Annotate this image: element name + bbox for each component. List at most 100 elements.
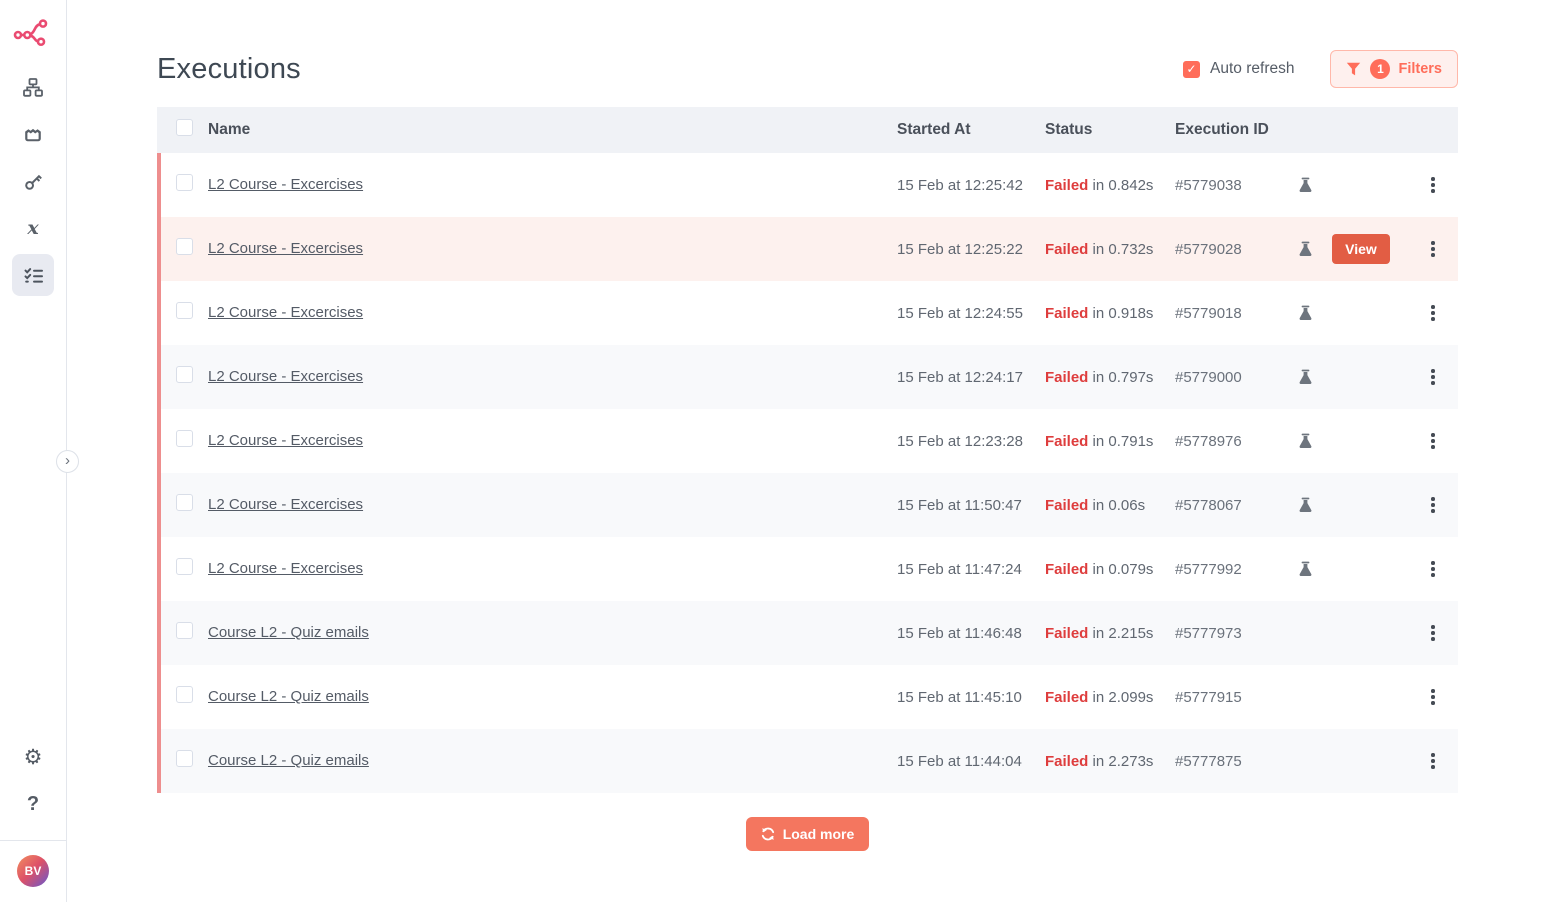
status-duration: in 0.732s: [1093, 241, 1154, 258]
sidebar-expand-button[interactable]: ›: [56, 450, 79, 473]
execution-name-link[interactable]: L2 Course - Excercises: [208, 432, 363, 449]
status-cell: Failed in 0.842s: [1045, 177, 1175, 194]
status-label: Failed: [1045, 753, 1088, 770]
execution-id-cell: #5777875: [1175, 753, 1288, 770]
status-label: Failed: [1045, 433, 1088, 450]
retry-flask-icon: [1298, 177, 1313, 193]
table-row[interactable]: L2 Course - Excercises 15 Feb at 12:23:2…: [157, 409, 1458, 473]
execution-id-cell: #5779000: [1175, 369, 1288, 386]
executions-table-body: L2 Course - Excercises 15 Feb at 12:25:4…: [157, 153, 1458, 793]
table-footer: Load more: [157, 817, 1458, 851]
sidebar-item-settings[interactable]: ⚙: [12, 736, 54, 778]
execution-name-link[interactable]: L2 Course - Excercises: [208, 560, 363, 577]
status-cell: Failed in 2.215s: [1045, 625, 1175, 642]
checkmark-icon: ✓: [1187, 62, 1197, 76]
table-row[interactable]: L2 Course - Excercises 15 Feb at 12:24:5…: [157, 281, 1458, 345]
select-all-checkbox[interactable]: [176, 119, 193, 136]
chevron-right-icon: ›: [65, 453, 70, 468]
sidebar-item-help[interactable]: ?: [12, 783, 54, 825]
execution-name-link[interactable]: L2 Course - Excercises: [208, 304, 363, 321]
row-checkbox[interactable]: [176, 430, 193, 447]
row-checkbox[interactable]: [176, 494, 193, 511]
row-menu-button[interactable]: [1427, 429, 1439, 453]
sidebar-item-credentials[interactable]: [12, 160, 54, 202]
status-cell: Failed in 0.079s: [1045, 561, 1175, 578]
row-checkbox[interactable]: [176, 558, 193, 575]
execution-id-cell: #5777915: [1175, 689, 1288, 706]
auto-refresh-toggle[interactable]: ✓ Auto refresh: [1183, 60, 1294, 78]
started-at-cell: 15 Feb at 12:25:42: [897, 177, 1045, 194]
row-checkbox[interactable]: [176, 302, 193, 319]
status-label: Failed: [1045, 689, 1088, 706]
row-menu-button[interactable]: [1427, 749, 1439, 773]
retry-flask-icon: [1298, 497, 1313, 513]
row-checkbox[interactable]: [176, 174, 193, 191]
table-row[interactable]: L2 Course - Excercises 15 Feb at 12:24:1…: [157, 345, 1458, 409]
row-menu-button[interactable]: [1427, 237, 1439, 261]
status-label: Failed: [1045, 369, 1088, 386]
row-menu-button[interactable]: [1427, 557, 1439, 581]
table-row[interactable]: L2 Course - Excercises 15 Feb at 11:47:2…: [157, 537, 1458, 601]
table-row[interactable]: Course L2 - Quiz emails 15 Feb at 11:44:…: [157, 729, 1458, 793]
row-checkbox[interactable]: [176, 622, 193, 639]
load-more-button[interactable]: Load more: [746, 817, 870, 851]
row-menu-button[interactable]: [1427, 365, 1439, 389]
status-duration: in 0.06s: [1093, 497, 1146, 514]
row-menu-button[interactable]: [1427, 173, 1439, 197]
status-cell: Failed in 0.791s: [1045, 433, 1175, 450]
table-row[interactable]: Course L2 - Quiz emails 15 Feb at 11:46:…: [157, 601, 1458, 665]
sidebar-item-executions[interactable]: [12, 254, 54, 296]
executions-checklist-icon: [23, 266, 44, 285]
status-label: Failed: [1045, 497, 1088, 514]
execution-name-link[interactable]: Course L2 - Quiz emails: [208, 752, 369, 769]
started-at-cell: 15 Feb at 11:44:04: [897, 753, 1045, 770]
sidebar-bottom: ⚙ ? BV: [0, 736, 66, 902]
sidebar-divider: [0, 840, 67, 841]
row-checkbox[interactable]: [176, 238, 193, 255]
n8n-logo[interactable]: [13, 16, 53, 46]
execution-name-link[interactable]: L2 Course - Excercises: [208, 496, 363, 513]
execution-id-cell: #5778976: [1175, 433, 1288, 450]
load-more-label: Load more: [783, 826, 855, 842]
row-checkbox[interactable]: [176, 686, 193, 703]
view-button[interactable]: View: [1332, 234, 1390, 264]
executions-table: Name Started At Status Execution ID L2 C…: [157, 107, 1458, 793]
status-cell: Failed in 2.273s: [1045, 753, 1175, 770]
execution-name-link[interactable]: L2 Course - Excercises: [208, 368, 363, 385]
row-menu-button[interactable]: [1427, 685, 1439, 709]
execution-id-cell: #5779028: [1175, 241, 1288, 258]
row-menu-button[interactable]: [1427, 493, 1439, 517]
table-row[interactable]: Course L2 - Quiz emails 15 Feb at 11:45:…: [157, 665, 1458, 729]
started-at-cell: 15 Feb at 12:24:17: [897, 369, 1045, 386]
workflows-sitemap-icon: [23, 78, 43, 97]
row-checkbox[interactable]: [176, 750, 193, 767]
status-label: Failed: [1045, 625, 1088, 642]
row-menu-button[interactable]: [1427, 621, 1439, 645]
status-duration: in 2.099s: [1093, 689, 1154, 706]
execution-id-cell: #5777992: [1175, 561, 1288, 578]
execution-name-link[interactable]: L2 Course - Excercises: [208, 240, 363, 257]
execution-name-link[interactable]: Course L2 - Quiz emails: [208, 624, 369, 641]
table-row[interactable]: L2 Course - Excercises 15 Feb at 12:25:4…: [157, 153, 1458, 217]
retry-flask-icon: [1298, 561, 1313, 577]
execution-id-cell: #5779038: [1175, 177, 1288, 194]
filters-button[interactable]: 1 Filters: [1330, 50, 1458, 88]
sidebar-item-templates[interactable]: [12, 113, 54, 155]
question-mark-icon: ?: [27, 793, 39, 816]
user-avatar[interactable]: BV: [17, 855, 49, 887]
page-title: Executions: [157, 53, 301, 86]
row-checkbox[interactable]: [176, 366, 193, 383]
execution-name-link[interactable]: L2 Course - Excercises: [208, 176, 363, 193]
filter-funnel-icon: [1346, 62, 1361, 77]
table-row[interactable]: L2 Course - Excercises 15 Feb at 11:50:4…: [157, 473, 1458, 537]
filters-label: Filters: [1398, 61, 1442, 77]
n8n-logo-icon: [13, 15, 53, 47]
execution-name-link[interactable]: Course L2 - Quiz emails: [208, 688, 369, 705]
retry-flask-icon: [1298, 369, 1313, 385]
started-at-cell: 15 Feb at 12:25:22: [897, 241, 1045, 258]
table-row[interactable]: L2 Course - Excercises 15 Feb at 12:25:2…: [157, 217, 1458, 281]
sidebar-item-workflows[interactable]: [12, 66, 54, 108]
sidebar-item-variables[interactable]: x: [12, 207, 54, 249]
row-menu-button[interactable]: [1427, 301, 1439, 325]
auto-refresh-checkbox[interactable]: ✓: [1183, 61, 1200, 78]
